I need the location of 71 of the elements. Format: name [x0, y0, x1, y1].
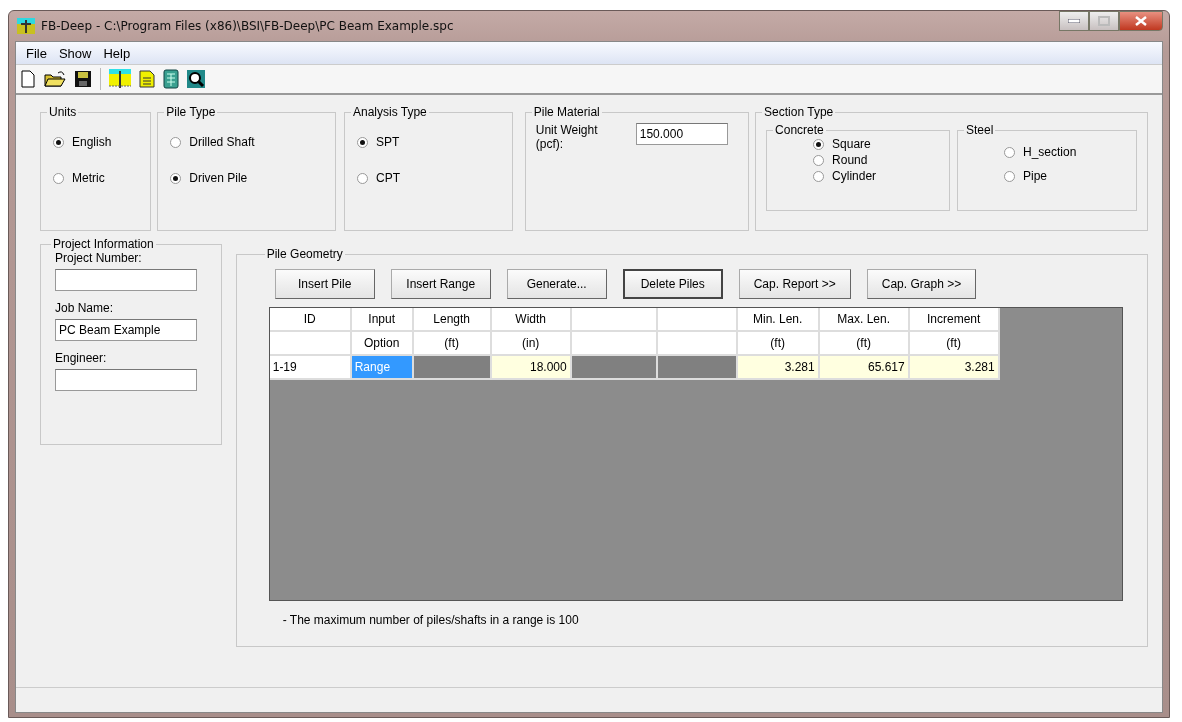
group-title: Units: [48, 105, 78, 119]
group-title: Section Type: [763, 105, 835, 119]
table-cell: 18.000: [491, 356, 572, 380]
unit-weight-field[interactable]: 150.000: [635, 123, 728, 145]
radio-option[interactable]: Round: [813, 153, 940, 167]
minimize-icon: [1068, 19, 1080, 23]
search-icon[interactable]: [187, 70, 205, 88]
group-title: Pile Material: [532, 105, 601, 119]
action-button[interactable]: Generate...: [506, 269, 607, 299]
column-header: (ft): [737, 332, 820, 356]
column-header: (in): [491, 332, 572, 356]
column-header: ID: [269, 308, 352, 332]
note-text: - The maximum number of piles/shafts in a range is 100: [282, 613, 580, 627]
table-cell: 3.281: [909, 356, 1000, 380]
radio-option[interactable]: H_section: [1004, 145, 1126, 159]
app-icon: [17, 18, 35, 34]
radio-option[interactable]: Metric: [53, 171, 141, 185]
maximize-button[interactable]: [1089, 11, 1119, 31]
field-label: Job Name:: [55, 301, 115, 315]
maximize-icon: [1098, 16, 1110, 26]
radio-option[interactable]: Drilled Shaft: [170, 135, 325, 149]
radio-option[interactable]: Square: [813, 137, 940, 151]
column-header: Width: [491, 308, 572, 332]
field-label: Unit Weight (pcf):: [535, 123, 599, 151]
action-button[interactable]: Delete Piles: [622, 269, 723, 299]
input-field[interactable]: [55, 369, 197, 391]
group-title: Project Information: [52, 237, 155, 251]
calculator-icon[interactable]: [163, 69, 179, 89]
column-header: (ft): [909, 332, 1000, 356]
group-title: Pile Type: [165, 105, 217, 119]
radio-option[interactable]: Pipe: [1004, 169, 1126, 183]
column-header: Input: [351, 308, 414, 332]
action-button[interactable]: Cap. Graph >>: [866, 269, 977, 299]
menu-item[interactable]: Help: [97, 45, 137, 61]
group-title: Concrete: [774, 123, 825, 137]
column-header: Min. Len.: [737, 308, 820, 332]
column-header: Max. Len.: [819, 308, 910, 332]
new-file-icon[interactable]: [20, 70, 36, 88]
radio-option[interactable]: CPT: [356, 171, 502, 185]
column-header: Option: [351, 332, 414, 356]
save-icon[interactable]: [74, 70, 92, 88]
action-button[interactable]: Cap. Report >>: [738, 269, 851, 299]
open-folder-icon[interactable]: [44, 70, 66, 88]
window-title: FB-Deep - C:\Program Files (x86)\BSI\FB-Deep\PC Beam Example.spc: [41, 19, 454, 33]
group-title: Analysis Type: [351, 105, 428, 119]
minimize-button[interactable]: [1059, 11, 1089, 31]
field-label: Engineer:: [55, 351, 108, 365]
menu-item[interactable]: Show: [52, 45, 98, 61]
table-cell: 65.617: [819, 356, 910, 380]
column-header: Length: [413, 308, 492, 332]
group-title: Steel: [965, 123, 995, 137]
close-icon: [1135, 16, 1147, 26]
pile-icon[interactable]: [109, 69, 131, 89]
input-field[interactable]: PC Beam Example: [55, 319, 197, 341]
radio-option[interactable]: Driven Pile: [170, 171, 325, 185]
action-button[interactable]: Insert Range: [390, 269, 491, 299]
column-header: (ft): [413, 332, 492, 356]
input-field[interactable]: [55, 269, 197, 291]
group-title: Pile Geometry: [265, 247, 344, 261]
table-cell: 1-19: [269, 356, 352, 380]
column-header: Increment: [909, 308, 1000, 332]
table-cell: 3.281: [737, 356, 820, 380]
field-label: Project Number:: [55, 251, 143, 265]
document-icon[interactable]: [139, 70, 155, 88]
close-button[interactable]: [1119, 11, 1163, 31]
action-button[interactable]: Insert Pile: [274, 269, 375, 299]
radio-option[interactable]: English: [53, 135, 141, 149]
radio-option[interactable]: Cylinder: [813, 169, 940, 183]
column-header: (ft): [819, 332, 910, 356]
radio-option[interactable]: SPT: [356, 135, 502, 149]
menu-item[interactable]: File: [20, 45, 53, 61]
